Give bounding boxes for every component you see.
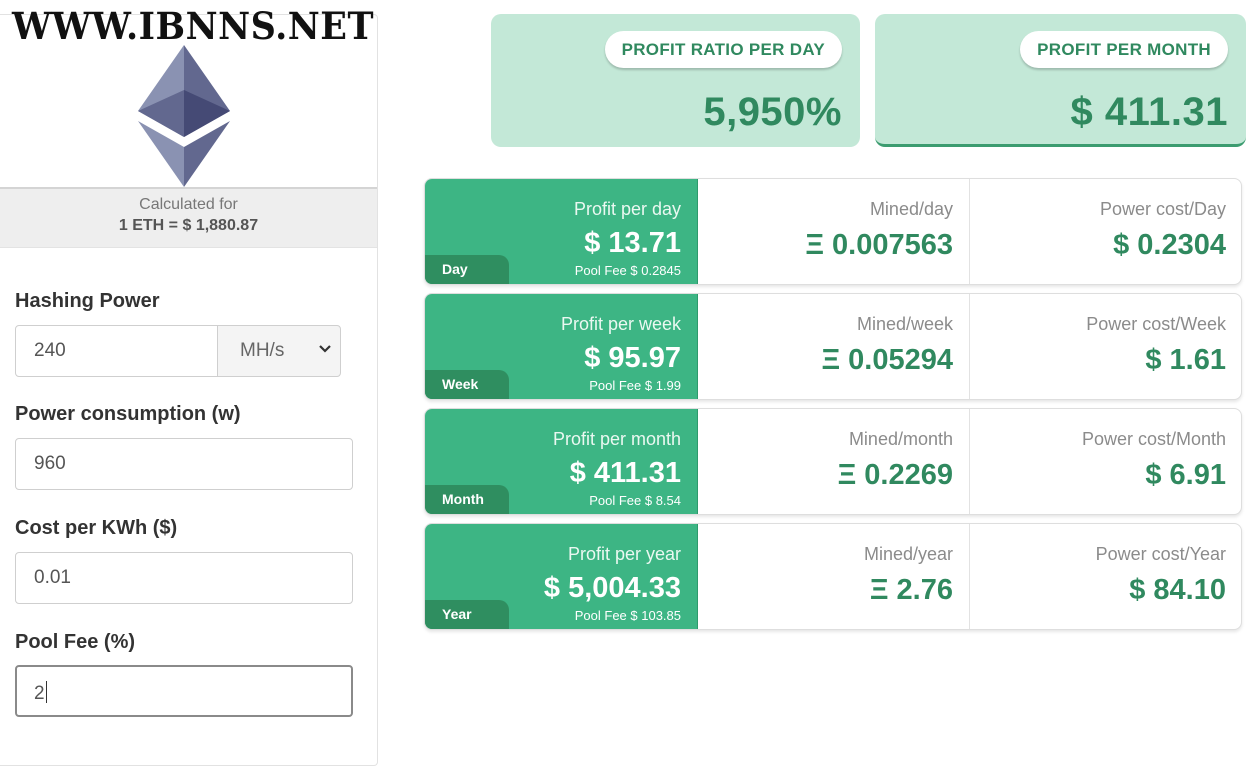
profit-cell: Profit per week $ 95.97 Pool Fee $ 1.99 … bbox=[425, 294, 698, 399]
cost-per-kwh-value: 0.01 bbox=[34, 567, 71, 588]
power-cost-label: Power cost/Day bbox=[1099, 199, 1226, 219]
profit-value: $ 411.31 bbox=[569, 457, 681, 489]
cost-per-kwh-input[interactable]: 0.01 bbox=[15, 552, 353, 604]
pool-fee-amount: Pool Fee $ 0.2845 bbox=[574, 263, 681, 278]
mined-label: Mined/month bbox=[848, 429, 953, 449]
profit-value: $ 5,004.33 bbox=[543, 572, 681, 604]
power-cost-label: Power cost/Month bbox=[1081, 429, 1226, 449]
power-cost-value: $ 0.2304 bbox=[1113, 229, 1226, 261]
profit-ratio-card: PROFIT RATIO PER DAY 5,950% bbox=[491, 14, 860, 147]
power-consumption-label: Power consumption (w) bbox=[15, 403, 241, 425]
calculated-for-label: Calculated for bbox=[139, 196, 238, 213]
pool-fee-amount: Pool Fee $ 103.85 bbox=[574, 608, 681, 623]
power-cost-value: $ 6.91 bbox=[1145, 459, 1226, 491]
profit-ratio-label: PROFIT RATIO PER DAY bbox=[604, 31, 842, 68]
mined-cell: Mined/day Ξ 0.007563 bbox=[698, 179, 970, 284]
power-cost-cell: Power cost/Week $ 1.61 bbox=[970, 294, 1241, 399]
power-cost-label: Power cost/Week bbox=[1086, 314, 1226, 334]
period-tag: Year bbox=[425, 600, 509, 629]
mined-label: Mined/year bbox=[863, 544, 953, 564]
period-tag: Week bbox=[425, 370, 509, 399]
power-consumption-input[interactable]: 960 bbox=[15, 438, 353, 490]
period-tag: Month bbox=[425, 485, 509, 514]
profit-value: $ 13.71 bbox=[584, 227, 681, 259]
profit-label: Profit per month bbox=[552, 429, 681, 449]
pool-fee-amount: Pool Fee $ 1.99 bbox=[589, 378, 681, 393]
profit-cell: Profit per year $ 5,004.33 Pool Fee $ 10… bbox=[425, 524, 698, 629]
profit-label: Profit per year bbox=[567, 544, 681, 564]
profit-month-label: PROFIT PER MONTH bbox=[1020, 31, 1228, 68]
period-tag: Day bbox=[425, 255, 509, 284]
text-caret bbox=[45, 681, 47, 703]
pool-fee-input[interactable]: 2 bbox=[15, 665, 353, 717]
hashing-power-input[interactable]: 240 bbox=[15, 325, 218, 377]
profit-month-value: $ 411.31 bbox=[1070, 90, 1228, 134]
profit-ratio-value: 5,950% bbox=[703, 90, 842, 134]
mined-value: Ξ 0.007563 bbox=[805, 229, 953, 261]
row-month: Profit per month $ 411.31 Pool Fee $ 8.5… bbox=[424, 408, 1242, 515]
power-cost-cell: Power cost/Day $ 0.2304 bbox=[970, 179, 1241, 284]
pool-fee-label: Pool Fee (%) bbox=[15, 631, 136, 653]
mined-cell: Mined/month Ξ 0.2269 bbox=[698, 409, 970, 514]
calculated-for-bar: Calculated for 1 ETH = $ 1,880.87 bbox=[0, 187, 377, 248]
hashing-unit-select[interactable]: MH/s bbox=[217, 325, 341, 377]
power-cost-value: $ 84.10 bbox=[1129, 574, 1226, 606]
power-cost-cell: Power cost/Month $ 6.91 bbox=[970, 409, 1241, 514]
site-watermark: WWW.IBNNS.NET bbox=[12, 4, 375, 49]
mined-label: Mined/week bbox=[856, 314, 953, 334]
ethereum-icon bbox=[138, 45, 230, 187]
power-consumption-value: 960 bbox=[34, 453, 66, 474]
cost-per-kwh-label: Cost per KWh ($) bbox=[15, 517, 178, 539]
pool-fee-value: 2 bbox=[34, 683, 45, 704]
mined-value: Ξ 2.76 bbox=[869, 574, 953, 606]
power-cost-value: $ 1.61 bbox=[1145, 344, 1226, 376]
mined-value: Ξ 0.2269 bbox=[837, 459, 953, 491]
mined-label: Mined/day bbox=[869, 199, 953, 219]
mined-cell: Mined/week Ξ 0.05294 bbox=[698, 294, 970, 399]
hashing-power-value: 240 bbox=[34, 340, 66, 361]
profit-label: Profit per day bbox=[573, 199, 681, 219]
pool-fee-amount: Pool Fee $ 8.54 bbox=[589, 493, 681, 508]
row-day: Profit per day $ 13.71 Pool Fee $ 0.2845… bbox=[424, 178, 1242, 285]
profit-value: $ 95.97 bbox=[584, 342, 681, 374]
power-cost-cell: Power cost/Year $ 84.10 bbox=[970, 524, 1241, 629]
profit-label: Profit per week bbox=[560, 314, 681, 334]
hashing-unit-value: MH/s bbox=[240, 340, 285, 361]
profit-cell: Profit per day $ 13.71 Pool Fee $ 0.2845… bbox=[425, 179, 698, 284]
eth-price: 1 ETH = $ 1,880.87 bbox=[118, 217, 259, 234]
row-year: Profit per year $ 5,004.33 Pool Fee $ 10… bbox=[424, 523, 1242, 630]
profit-month-card: PROFIT PER MONTH $ 411.31 bbox=[875, 14, 1246, 147]
hashing-power-label: Hashing Power bbox=[15, 290, 160, 312]
chevron-down-icon bbox=[319, 339, 331, 364]
profit-cell: Profit per month $ 411.31 Pool Fee $ 8.5… bbox=[425, 409, 698, 514]
row-week: Profit per week $ 95.97 Pool Fee $ 1.99 … bbox=[424, 293, 1242, 400]
mined-value: Ξ 0.05294 bbox=[821, 344, 953, 376]
mined-cell: Mined/year Ξ 2.76 bbox=[698, 524, 970, 629]
power-cost-label: Power cost/Year bbox=[1095, 544, 1226, 564]
